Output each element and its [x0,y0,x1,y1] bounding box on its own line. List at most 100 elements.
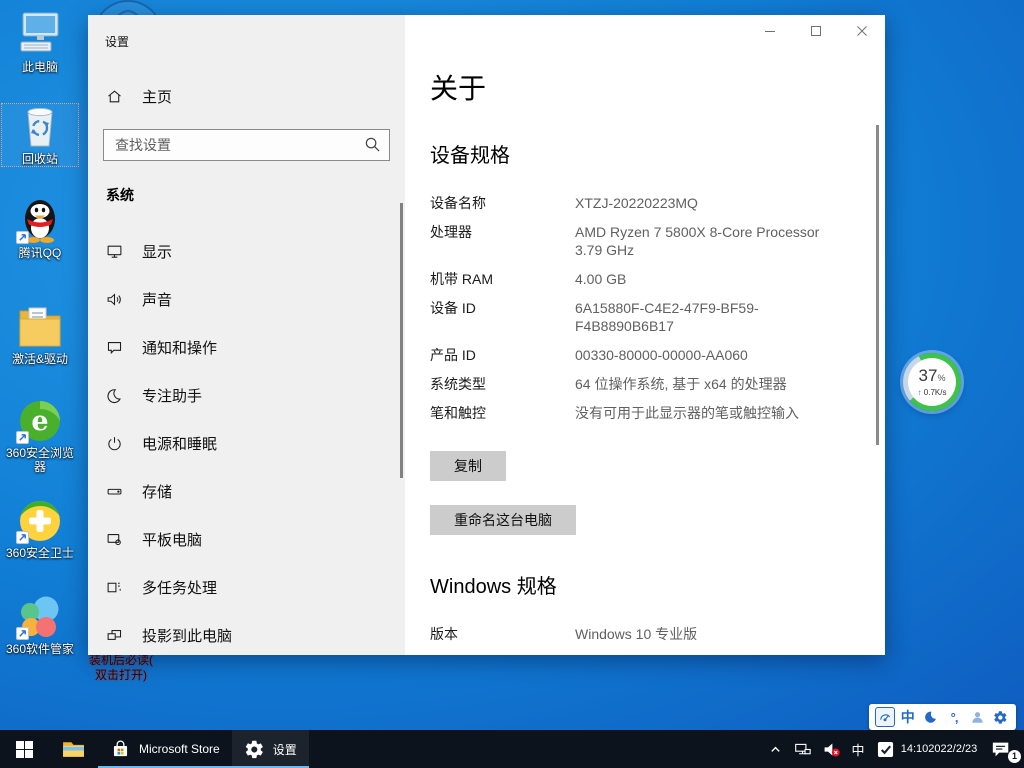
desktop-icon-recycle-bin[interactable]: 回收站 [2,104,78,166]
sidebar-item-display[interactable]: 显示 [88,227,405,275]
percent-sign: % [937,373,945,383]
speed-ball-face: 37% ↑ 0.7K/s [908,358,956,406]
sidebar-item-focus-assist[interactable]: 专注助手 [88,371,405,419]
taskbar-store-label: Microsoft Store [139,742,220,756]
windows-spec-title: Windows 规格 [430,570,845,599]
sound-icon [106,291,123,308]
spec-value: 64 位操作系统, 基于 x64 的处理器 [575,375,787,393]
taskbar-settings[interactable]: 设置 [232,730,309,768]
nav-label: 专注助手 [142,385,202,406]
close-button[interactable] [839,15,885,47]
nav-label: 平板电脑 [142,529,202,550]
tray-chevron-up-icon[interactable] [762,730,788,768]
maximize-button[interactable] [793,15,839,47]
desktop-icon-360-software-manager[interactable]: 360软件管家 [2,594,78,656]
tray-ime-indicator[interactable]: 中 [846,730,870,768]
ime-toolbar: 中 °, [869,704,1016,730]
rename-pc-button[interactable]: 重命名这台电脑 [430,505,576,535]
notification-badge: 1 [1008,750,1021,763]
system-tray: 中 14:10 2022/2/23 1 [762,730,1024,768]
ime-chinese-mode[interactable]: 中 [898,707,918,727]
file-explorer-icon [61,737,86,762]
desktop-icon-readme-label[interactable]: 装机后必读(双击打开) [82,653,160,683]
ime-user-icon[interactable] [967,707,987,727]
taskbar: Microsoft Store 设置 [0,730,1024,768]
spec-row-ram: 机带 RAM 4.00 GB [430,270,845,288]
spec-label: 笔和触控 [430,404,575,422]
sidebar-scrollbar[interactable] [400,203,403,478]
spec-label: 系统类型 [430,375,575,393]
nav-label: 投影到此电脑 [142,625,232,646]
start-button[interactable] [0,730,48,768]
device-spec-table: 设备名称 XTZJ-20220223MQ 处理器 AMD Ryzen 7 580… [430,194,845,422]
desktop-icon-tencent-qq[interactable]: 腾讯QQ [2,198,78,260]
spec-value: 4.00 GB [575,270,626,288]
search-input[interactable] [103,129,390,161]
desktop-icon-label: 腾讯QQ [2,246,78,260]
desktop-icon-label: 360安全浏览器 [2,446,78,474]
ime-punctuation[interactable]: °, [944,707,964,727]
microsoft-store-icon [110,739,131,760]
upload-speed: 0.7K/s [924,388,947,397]
taskbar-clock[interactable]: 14:10 2022/2/23 [900,730,978,768]
spec-value: AMD Ryzen 7 5800X 8-Core Processor 3.79 … [575,223,819,259]
sidebar-item-multitasking[interactable]: 多任务处理 [88,563,405,611]
spec-value: 21H2 [575,654,608,655]
taskbar-microsoft-store[interactable]: Microsoft Store [98,730,232,768]
copy-button[interactable]: 复制 [430,451,506,481]
folder-icon [16,304,64,350]
sidebar-item-power-sleep[interactable]: 电源和睡眠 [88,419,405,467]
action-center-button[interactable]: 1 [978,730,1024,768]
tablet-icon [106,531,123,548]
tray-network-icon[interactable] [788,730,816,768]
nav-label: 声音 [142,289,172,310]
file-explorer-button[interactable] [48,730,98,768]
sidebar-item-sound[interactable]: 声音 [88,275,405,323]
ime-fullwidth-moon-icon[interactable] [921,707,941,727]
power-icon [106,435,123,452]
sidebar-item-storage[interactable]: 存储 [88,467,405,515]
page-title: 关于 [430,67,845,107]
desktop-icon-label: 360安全卫士 [2,546,78,560]
memory-percent: 37 [919,366,938,385]
minimize-button[interactable] [747,15,793,47]
search-icon[interactable] [364,136,381,158]
settings-main: 关于 设备规格 设备名称 XTZJ-20220223MQ 处理器 AMD Ryz… [405,15,885,655]
desktop-icon-360-safeguard[interactable]: 360安全卫士 [2,498,78,560]
ime-status-icon[interactable] [875,707,895,727]
ime-settings-gear-icon[interactable] [990,707,1010,727]
desktop-icon-label: 360软件管家 [2,642,78,656]
home-icon [106,88,123,105]
device-spec-title: 设备规格 [430,139,845,168]
sidebar-nav: 显示 声音 通知和操作 [88,227,405,655]
spec-label: 设备名称 [430,194,575,212]
spec-value: 00330-80000-00000-AA060 [575,346,748,364]
nav-label: 多任务处理 [142,577,217,598]
windows-spec-table: 版本 Windows 10 专业版 版本号 21H2 安装日期 2022/2/2… [430,625,845,655]
sidebar-item-project[interactable]: 投影到此电脑 [88,611,405,655]
storage-icon [106,483,123,500]
nav-label: 存储 [142,481,172,502]
sidebar-section-system: 系统 [106,185,405,205]
focus-assist-icon [106,387,123,404]
desktop-icon-this-pc[interactable]: 此电脑 [2,12,78,74]
about-page: 关于 设备规格 设备名称 XTZJ-20220223MQ 处理器 AMD Ryz… [405,15,885,655]
desktop-icon-360-browser[interactable]: e 360安全浏览器 [2,398,78,474]
tray-360-app-icon[interactable] [870,730,900,768]
sidebar-item-home[interactable]: 主页 [106,86,405,107]
tray-volume-muted-icon[interactable] [816,730,846,768]
desktop-icon-label: 此电脑 [2,60,78,74]
spec-row-processor: 处理器 AMD Ryzen 7 5800X 8-Core Processor 3… [430,223,845,259]
spec-value: Windows 10 专业版 [575,625,697,643]
sidebar-item-notifications[interactable]: 通知和操作 [88,323,405,371]
360-speed-ball[interactable]: 37% ↑ 0.7K/s [903,353,961,411]
spec-label: 设备 ID [430,299,575,335]
spec-value: 没有可用于此显示器的笔或触控输入 [575,404,799,422]
multitasking-icon [106,579,123,596]
desktop-icon-activation-drivers[interactable]: 激活&驱动 [2,304,78,366]
sidebar-item-tablet[interactable]: 平板电脑 [88,515,405,563]
nav-label: 电源和睡眠 [142,433,217,454]
main-scrollbar[interactable] [876,125,879,445]
shortcut-arrow-icon [16,231,29,244]
desktop-icon-label: 回收站 [2,152,78,166]
